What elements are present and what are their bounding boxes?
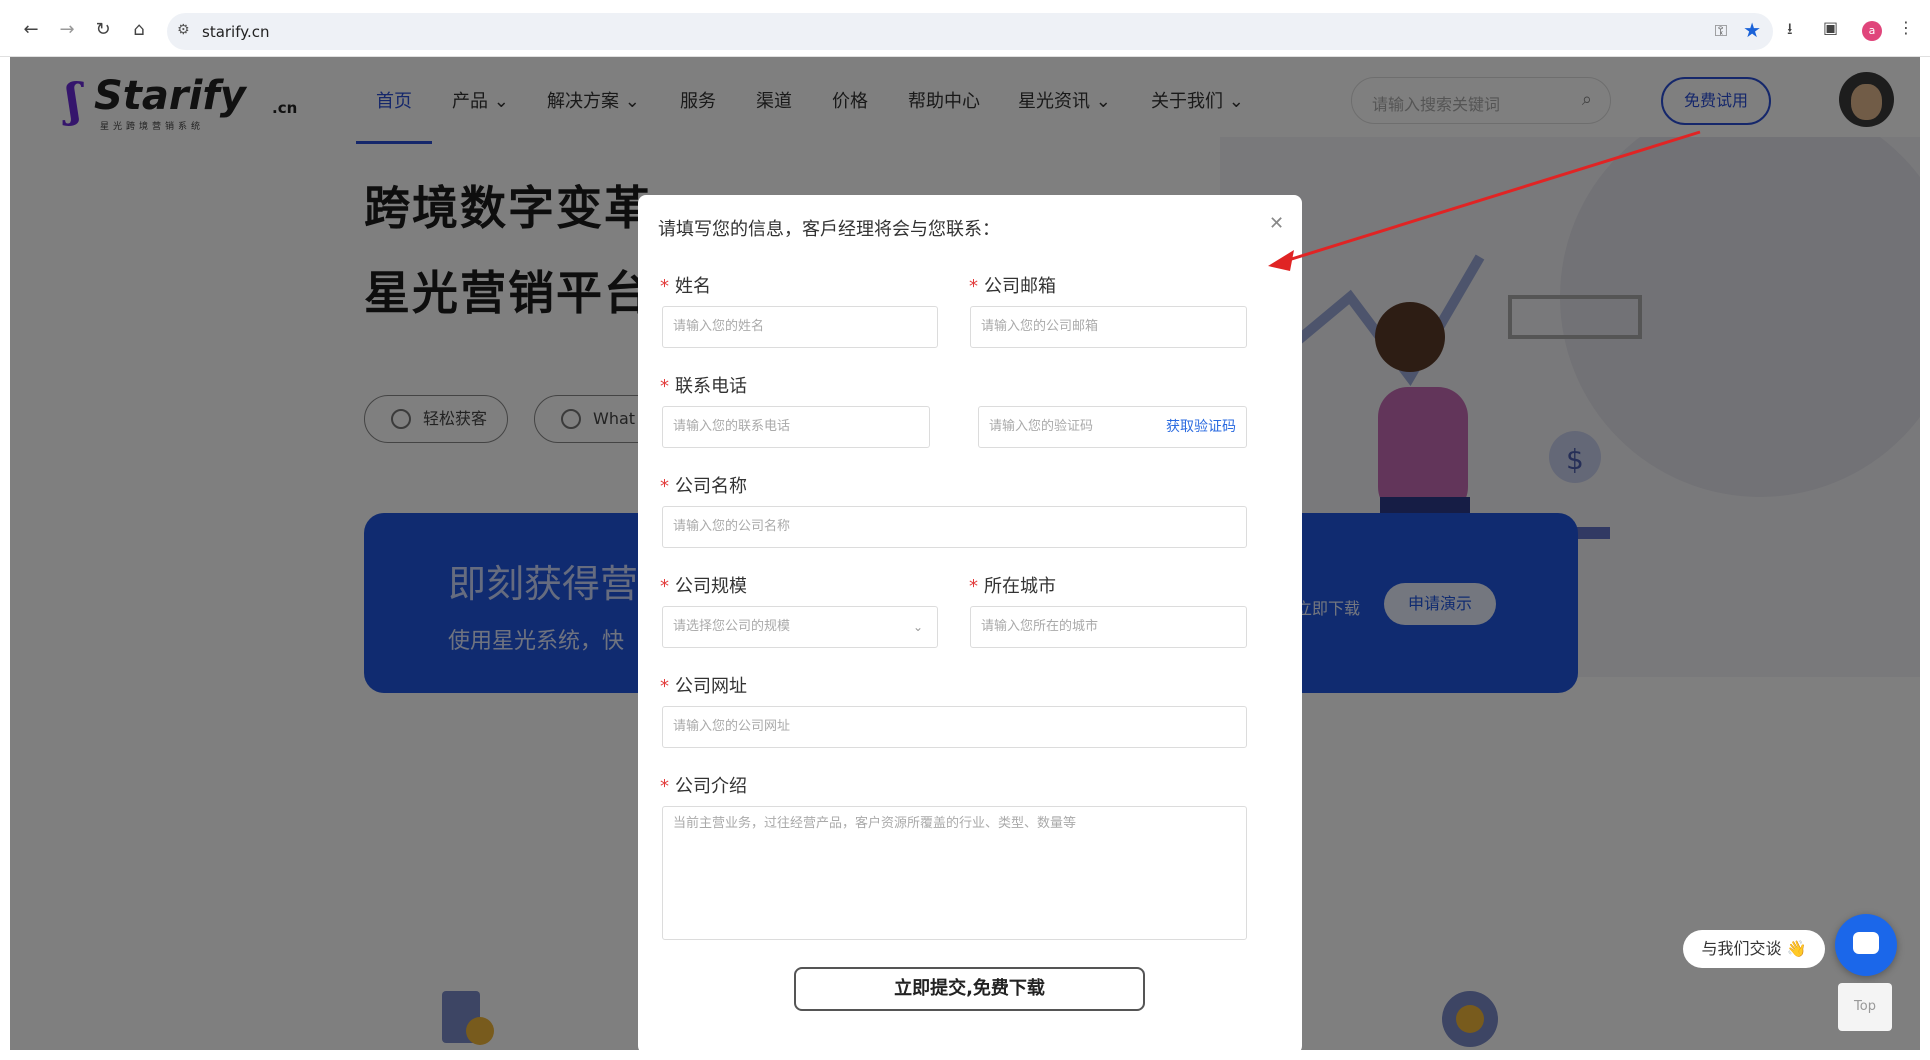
- verification-code-field[interactable]: 请输入您的验证码 获取验证码: [978, 406, 1247, 448]
- dialog-title: 请填写您的信息，客戶经理将会与您联系：: [658, 219, 1000, 240]
- name-field[interactable]: 请输入您的姓名: [662, 306, 938, 348]
- submit-download-button[interactable]: 立即提交,免费下载: [794, 967, 1145, 1011]
- company-name-field[interactable]: 请输入您的公司名称: [662, 506, 1247, 548]
- email-field[interactable]: 请输入您的公司邮箱: [970, 306, 1247, 348]
- company-name-label: * 公司名称: [660, 476, 747, 497]
- menu-kebab-icon[interactable]: ⋮: [1898, 18, 1914, 37]
- browser-toolbar: ← → ↻ ⌂ ⚙ starify.cn ⚿ ★ ⭳ ▣ a ⋮: [0, 0, 1930, 57]
- download-icon[interactable]: ⭳: [1787, 18, 1793, 45]
- website-field[interactable]: 请输入您的公司网址: [662, 706, 1247, 748]
- close-icon[interactable]: ✕: [1269, 213, 1284, 234]
- name-label: * 姓名: [660, 276, 711, 297]
- address-bar[interactable]: ⚙ starify.cn ⚿ ★: [167, 13, 1773, 50]
- phone-label: * 联系电话: [660, 376, 747, 397]
- chat-bubble-icon: [1853, 932, 1879, 954]
- website-label: * 公司网址: [660, 676, 747, 697]
- get-code-button[interactable]: 获取验证码: [1166, 407, 1236, 447]
- webpage: ʃ Starify .cn 星光跨境营销系统 首页 产品 ⌄ 解决方案 ⌄ 服务…: [10, 57, 1920, 1050]
- city-field[interactable]: 请输入您所在的城市: [970, 606, 1247, 648]
- company-size-label: * 公司规模: [660, 576, 747, 597]
- size-placeholder: 请选择您公司的规模: [673, 619, 791, 634]
- city-label: * 所在城市: [969, 576, 1056, 597]
- chat-tooltip[interactable]: 与我们交谈 👋: [1683, 930, 1825, 968]
- back-icon[interactable]: ←: [18, 16, 44, 42]
- forward-icon[interactable]: →: [54, 16, 80, 42]
- password-key-icon[interactable]: ⚿: [1715, 21, 1727, 41]
- site-info-icon[interactable]: ⚙: [177, 22, 190, 38]
- chevron-down-icon: ⌄: [912, 620, 923, 634]
- reload-icon[interactable]: ↻: [90, 16, 116, 42]
- company-size-select[interactable]: 请选择您公司的规模 ⌄: [662, 606, 938, 648]
- side-panel-icon[interactable]: ▣: [1823, 18, 1838, 37]
- url-text: starify.cn: [202, 23, 270, 41]
- contact-form-dialog: 请填写您的信息，客戶经理将会与您联系： ✕ * 姓名 请输入您的姓名 * 公司邮箱 …: [638, 195, 1302, 1050]
- phone-field[interactable]: 请输入您的联系电话: [662, 406, 930, 448]
- email-label: * 公司邮箱: [969, 276, 1056, 297]
- profile-avatar[interactable]: a: [1862, 21, 1882, 41]
- company-intro-textarea[interactable]: 当前主营业务，过往经营产品，客户资源所覆盖的行业、类型、数量等: [662, 806, 1247, 940]
- home-icon[interactable]: ⌂: [126, 16, 152, 42]
- chat-button[interactable]: [1835, 914, 1897, 976]
- code-placeholder: 请输入您的验证码: [989, 419, 1094, 434]
- back-to-top-button[interactable]: Top: [1838, 983, 1892, 1031]
- intro-label: * 公司介绍: [660, 776, 747, 797]
- bookmark-star-icon[interactable]: ★: [1743, 18, 1761, 42]
